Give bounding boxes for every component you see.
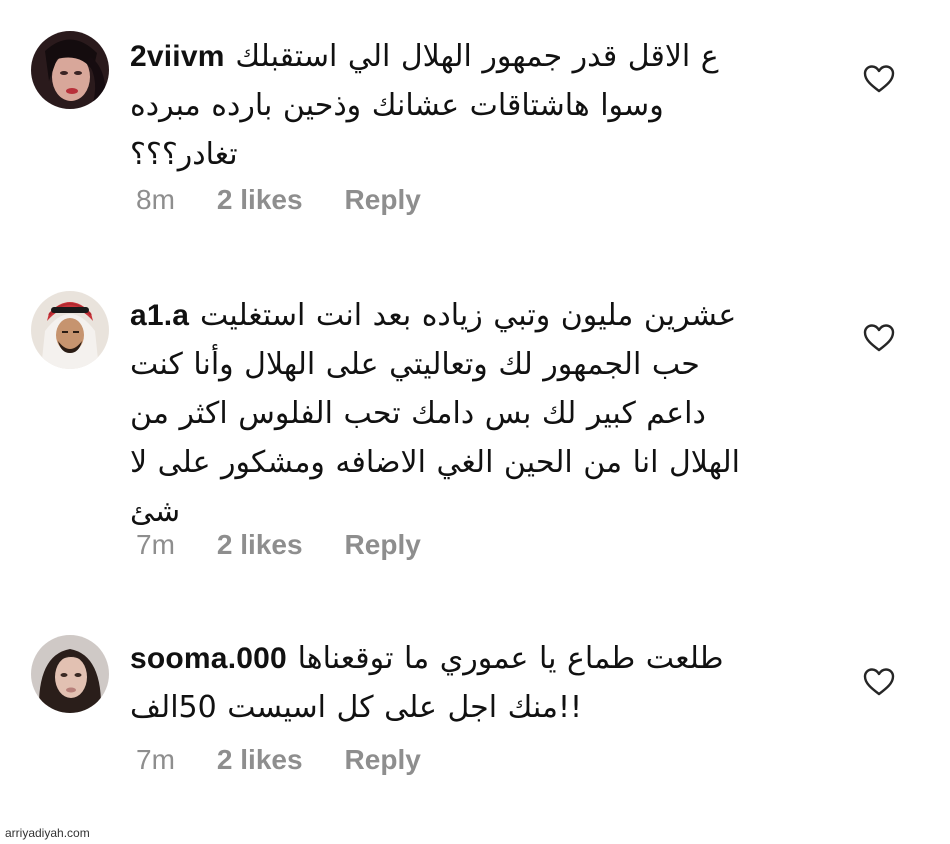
comment-line: حب الجمهور لك وتعاليتي على الهلال وأنا ك… — [130, 347, 700, 382]
heart-icon[interactable] — [862, 667, 896, 697]
comment-time: 8m — [136, 184, 175, 215]
comment-body: ع الاقل قدر جمهور الهلال الي استقبلك — [235, 39, 719, 74]
heart-icon[interactable] — [862, 64, 896, 94]
likes-count[interactable]: 2 likes — [217, 184, 303, 216]
username[interactable]: a1.a — [130, 299, 189, 332]
comment-body: عشرين مليون وتبي زياده بعد انت استغليت — [199, 298, 737, 333]
watermark: arriyadiyah.com — [5, 826, 90, 840]
comment-line: داعم كبير لك بس دامك تحب الفلوس اكثر من — [130, 396, 706, 431]
comment-line: تغادر؟؟؟ — [130, 137, 238, 172]
comment-body: طلعت طماع يا عموري ما توقعناها — [297, 641, 724, 676]
reply-button[interactable]: Reply — [345, 184, 421, 216]
comment-line: وسوا هاشتاقات عشانك وذحين بارده مبرده — [130, 88, 664, 123]
avatar[interactable] — [31, 291, 109, 369]
comment-time: 7m — [136, 744, 175, 775]
comment-first-line: 2viivm ع الاقل قدر جمهور الهلال الي استق… — [130, 32, 808, 81]
comment-text: a1.a عشرين مليون وتبي زياده بعد انت استغ… — [130, 291, 808, 536]
likes-count[interactable]: 2 likes — [217, 529, 303, 561]
likes-count[interactable]: 2 likes — [217, 744, 303, 776]
username[interactable]: sooma.000 — [130, 642, 287, 675]
comment-text: sooma.000 طلعت طماع يا عموري ما توقعناها… — [130, 634, 808, 732]
comment-line: !!منك اجل على كل اسيست 50الف — [130, 690, 583, 725]
username[interactable]: 2viivm — [130, 40, 225, 73]
reply-button[interactable]: Reply — [345, 744, 421, 776]
reply-button[interactable]: Reply — [345, 529, 421, 561]
comment-time: 7m — [136, 529, 175, 560]
comment-line: الهلال انا من الحين الغي الاضافه ومشكور … — [130, 445, 741, 480]
comment-meta: 7m 2 likes Reply — [136, 744, 421, 776]
heart-icon[interactable] — [862, 323, 896, 353]
comment-meta: 8m 2 likes Reply — [136, 184, 421, 216]
avatar[interactable] — [31, 31, 109, 109]
comment-first-line: a1.a عشرين مليون وتبي زياده بعد انت استغ… — [130, 291, 808, 340]
comment-first-line: sooma.000 طلعت طماع يا عموري ما توقعناها — [130, 634, 808, 683]
avatar[interactable] — [31, 635, 109, 713]
comment-meta: 7m 2 likes Reply — [136, 529, 421, 561]
comment-text: 2viivm ع الاقل قدر جمهور الهلال الي استق… — [130, 32, 808, 179]
